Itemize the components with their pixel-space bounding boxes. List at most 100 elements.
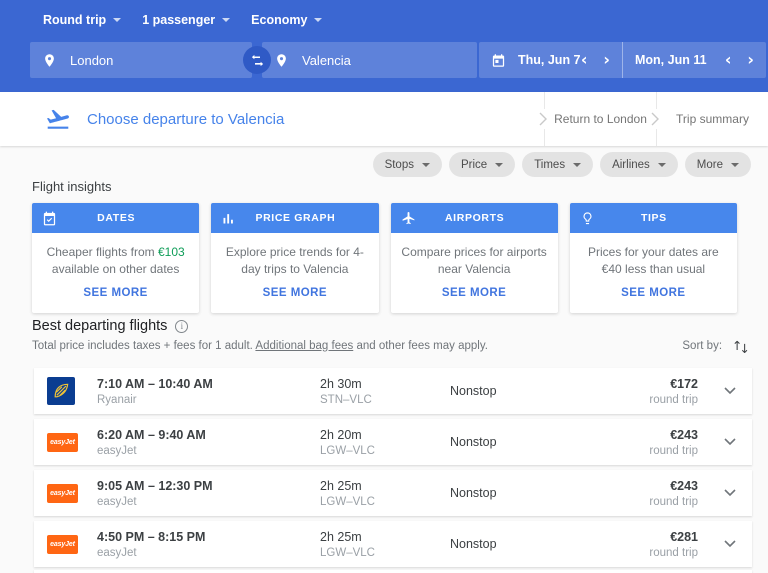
google-flights-app: Round trip 1 passenger Economy London <box>0 0 768 573</box>
swap-arrows-icon <box>250 53 265 68</box>
chevron-down-icon <box>314 18 322 22</box>
easyjet-logo: easyJet <box>47 535 78 554</box>
sort-by-label: Sort by: <box>682 340 722 352</box>
trip-options: Round trip 1 passenger Economy <box>43 13 322 27</box>
flight-duration: 2h 25m <box>320 530 450 544</box>
flight-price: €243 <box>570 479 698 493</box>
filter-more[interactable]: More <box>685 152 751 177</box>
lightbulb-icon <box>580 211 595 226</box>
expand-flight-button[interactable] <box>708 489 752 497</box>
flight-price: €281 <box>570 530 698 544</box>
cabin-class-dropdown[interactable]: Economy <box>251 13 322 27</box>
flight-stops: Nonstop <box>450 384 570 398</box>
insight-card-price-graph[interactable]: PRICE GRAPH Explore price trends for 4-d… <box>211 203 378 313</box>
flight-duration: 2h 20m <box>320 428 450 442</box>
depart-prev-day-button[interactable]: ‹ <box>581 52 588 68</box>
flight-times: 6:20 AM – 9:40 AM <box>97 428 320 442</box>
flight-stops: Nonstop <box>450 486 570 500</box>
depart-next-day-button[interactable]: › <box>603 52 610 68</box>
filter-times[interactable]: Times <box>522 152 593 177</box>
insight-text: Compare prices for airports near Valenci… <box>399 244 550 278</box>
price-note: round trip <box>570 394 698 406</box>
dates-field: Thu, Jun 7 ‹ › Mon, Jun 11 ‹ › <box>479 42 766 78</box>
filter-airlines[interactable]: Airlines <box>600 152 678 177</box>
step-return-to-london[interactable]: Return to London <box>544 92 656 146</box>
chevron-down-icon <box>495 163 503 167</box>
flight-row-easyjet-3[interactable]: easyJet 4:50 PM – 8:15 PM easyJet 2h 25m… <box>34 521 752 567</box>
swap-locations-button[interactable] <box>243 46 271 74</box>
price-note: round trip <box>570 445 698 457</box>
chevron-down-icon <box>724 489 736 497</box>
return-date-field[interactable]: Mon, Jun 11 ‹ › <box>622 42 766 78</box>
flight-times: 4:50 PM – 8:15 PM <box>97 530 320 544</box>
flight-row-easyjet-2[interactable]: easyJet 9:05 AM – 12:30 PM easyJet 2h 25… <box>34 470 752 516</box>
flight-row-easyjet-1[interactable]: easyJet 6:20 AM – 9:40 AM easyJet 2h 20m… <box>34 419 752 465</box>
flight-airline: easyJet <box>97 445 320 457</box>
trip-steps: Return to London Trip summary <box>544 92 768 146</box>
results-area: Stops Price Times Airlines More Flight i… <box>0 146 768 573</box>
filter-chips: Stops Price Times Airlines More <box>373 152 751 177</box>
origin-field[interactable]: London <box>30 42 252 78</box>
results-section-title: Best departing flights <box>32 318 167 334</box>
chevron-down-icon <box>113 18 121 22</box>
filter-price[interactable]: Price <box>449 152 515 177</box>
flight-times: 7:10 AM – 10:40 AM <box>97 377 320 391</box>
insight-card-tips[interactable]: TIPS Prices for your dates are €40 less … <box>570 203 737 313</box>
price-highlight: €103 <box>158 245 185 259</box>
ryanair-logo <box>47 377 75 405</box>
depart-date-field[interactable]: Thu, Jun 7 ‹ › <box>479 42 622 78</box>
page-title: Choose departure to Valencia <box>87 111 284 128</box>
airplane-icon <box>401 211 416 226</box>
trip-type-dropdown[interactable]: Round trip <box>43 13 121 27</box>
passengers-dropdown[interactable]: 1 passenger <box>142 13 230 27</box>
see-more-link[interactable]: SEE MORE <box>83 287 147 299</box>
flight-airline: easyJet <box>97 547 320 559</box>
calendar-check-icon <box>42 211 57 226</box>
expand-flight-button[interactable] <box>708 387 752 395</box>
flight-stops: Nonstop <box>450 537 570 551</box>
price-note: round trip <box>570 496 698 508</box>
info-icon[interactable]: i <box>175 320 188 333</box>
insight-card-airports[interactable]: AIRPORTS Compare prices for airports nea… <box>391 203 558 313</box>
flight-times: 9:05 AM – 12:30 PM <box>97 479 320 493</box>
search-header: Round trip 1 passenger Economy London <box>0 0 768 92</box>
step-trip-summary[interactable]: Trip summary <box>656 92 768 146</box>
return-date-value: Mon, Jun 11 <box>635 53 707 67</box>
bag-fees-link[interactable]: Additional bag fees <box>255 340 353 352</box>
insights-section-title: Flight insights <box>32 179 111 194</box>
sort-arrows-icon[interactable]: ↑↓ <box>732 338 750 353</box>
chevron-down-icon <box>573 163 581 167</box>
easyjet-logo: easyJet <box>47 484 78 503</box>
insight-text: Explore price trends for 4-day trips to … <box>219 244 370 278</box>
see-more-link[interactable]: SEE MORE <box>263 287 327 299</box>
current-step: Choose departure to Valencia <box>45 92 284 146</box>
filter-stops[interactable]: Stops <box>373 152 442 177</box>
flight-duration: 2h 30m <box>320 377 450 391</box>
location-pin-icon <box>42 53 57 68</box>
flight-route: LGW–VLC <box>320 547 450 559</box>
origin-value: London <box>70 53 113 68</box>
flight-price: €243 <box>570 428 698 442</box>
price-note: round trip <box>570 547 698 559</box>
expand-flight-button[interactable] <box>708 438 752 446</box>
return-next-day-button[interactable]: › <box>747 52 754 68</box>
see-more-link[interactable]: SEE MORE <box>621 287 685 299</box>
flight-airline: easyJet <box>97 496 320 508</box>
return-prev-day-button[interactable]: ‹ <box>725 52 732 68</box>
depart-date-value: Thu, Jun 7 <box>518 53 581 67</box>
chevron-down-icon <box>731 163 739 167</box>
see-more-link[interactable]: SEE MORE <box>442 287 506 299</box>
chevron-down-icon <box>724 540 736 548</box>
chevron-down-icon <box>658 163 666 167</box>
passengers-label: 1 passenger <box>142 13 215 27</box>
flight-row-ryanair[interactable]: 7:10 AM – 10:40 AM Ryanair 2h 30m STN–VL… <box>34 368 752 414</box>
flight-airline: Ryanair <box>97 394 320 406</box>
search-fields: London Valencia Thu, Jun 7 ‹ <box>0 42 768 78</box>
destination-field[interactable]: Valencia <box>262 42 477 78</box>
destination-value: Valencia <box>302 53 351 68</box>
insight-card-dates[interactable]: DATES Cheaper flights from €103 availabl… <box>32 203 199 313</box>
flight-route: LGW–VLC <box>320 496 450 508</box>
bar-chart-icon <box>221 211 236 226</box>
flight-route: LGW–VLC <box>320 445 450 457</box>
expand-flight-button[interactable] <box>708 540 752 548</box>
